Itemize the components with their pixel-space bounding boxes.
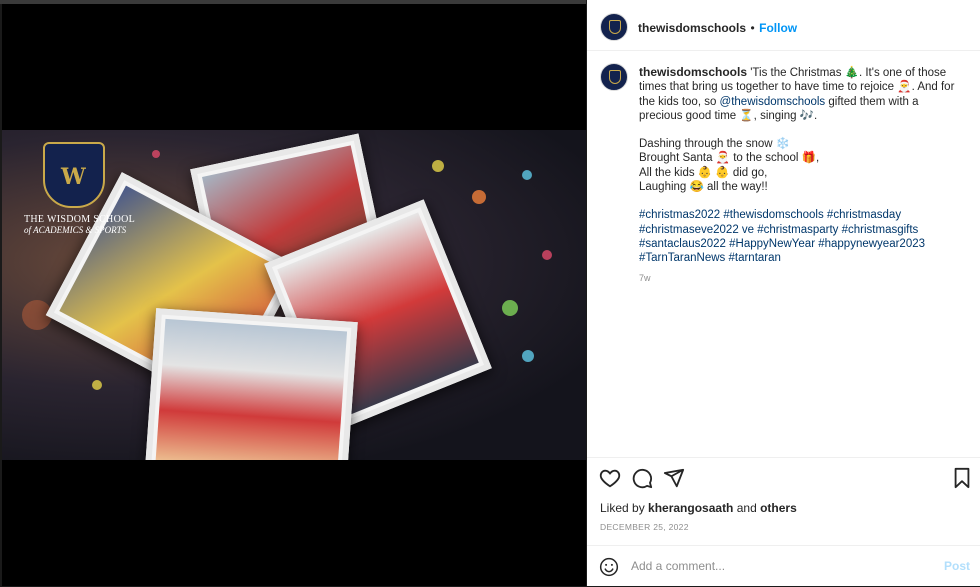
post-caption: thewisdomschools 'Tis the Christmas 🎄. I…	[639, 65, 959, 285]
post-date[interactable]: DECEMBER 25, 2022	[600, 522, 689, 532]
caption-hashtags[interactable]: #christmas2022 #thewisdomschools #christ…	[639, 208, 959, 265]
bokeh-light	[472, 190, 486, 204]
share-icon[interactable]	[663, 467, 685, 489]
collage-photo	[144, 308, 358, 460]
logo-mark: W	[61, 164, 86, 190]
comment-bar: Add a comment... Post	[587, 545, 980, 587]
shield-icon: W	[43, 142, 105, 208]
bokeh-light	[432, 160, 444, 172]
caption-mention[interactable]: @thewisdomschools	[720, 96, 826, 108]
logo-line-1: THE WISDOM SCHOOL	[24, 214, 136, 225]
post-side-panel: thewisdomschools • Follow thewisdomschoo…	[587, 0, 980, 586]
actions-divider	[587, 457, 980, 458]
caption-username[interactable]: thewisdomschools	[639, 65, 747, 79]
bokeh-light	[542, 250, 552, 260]
header-username[interactable]: thewisdomschools	[638, 21, 746, 35]
instagram-post-view: W THE WISDOM SCHOOL of ACADEMICS & SPORT…	[0, 0, 980, 586]
avatar[interactable]	[600, 13, 628, 41]
liked-by-prefix: Liked by	[600, 501, 649, 515]
separator-dot: •	[750, 21, 755, 35]
media-area[interactable]: W THE WISDOM SCHOOL of ACADEMICS & SPORT…	[2, 4, 586, 586]
bokeh-light	[502, 300, 518, 316]
poem-line: Brought Santa 🎅 to the school 🎁,	[639, 152, 820, 165]
liked-by-and: and	[733, 501, 761, 515]
poem-line: Laughing 😂 all the way!!	[639, 181, 768, 194]
heart-icon[interactable]	[599, 467, 621, 489]
comment-input[interactable]: Add a comment...	[631, 559, 921, 573]
bokeh-light	[92, 380, 102, 390]
liked-by-user[interactable]: kherangosaath	[648, 501, 733, 515]
video-frame[interactable]: W THE WISDOM SCHOOL of ACADEMICS & SPORT…	[2, 130, 586, 460]
bokeh-light	[522, 350, 534, 362]
bokeh-light	[522, 170, 532, 180]
post-button[interactable]: Post	[944, 559, 970, 573]
liked-by-others[interactable]: others	[760, 501, 797, 515]
bookmark-icon[interactable]	[952, 467, 972, 489]
logo-line-2: of ACADEMICS & SPORTS	[24, 225, 127, 235]
emoji-icon[interactable]	[599, 557, 619, 577]
comment-icon[interactable]	[631, 467, 653, 489]
post-header: thewisdomschools • Follow	[587, 0, 980, 51]
school-logo: W THE WISDOM SCHOOL of ACADEMICS & SPORT…	[24, 142, 136, 235]
bokeh-light	[152, 150, 160, 158]
post-age[interactable]: 7w	[639, 271, 959, 285]
poem-line: Dashing through the snow ❄️	[639, 138, 791, 151]
caption-avatar[interactable]	[600, 63, 628, 91]
follow-button[interactable]: Follow	[759, 21, 797, 35]
poem-line: All the kids 👶 👶 did go,	[639, 166, 768, 179]
likes-line: Liked by kherangosaath and others	[600, 501, 797, 515]
